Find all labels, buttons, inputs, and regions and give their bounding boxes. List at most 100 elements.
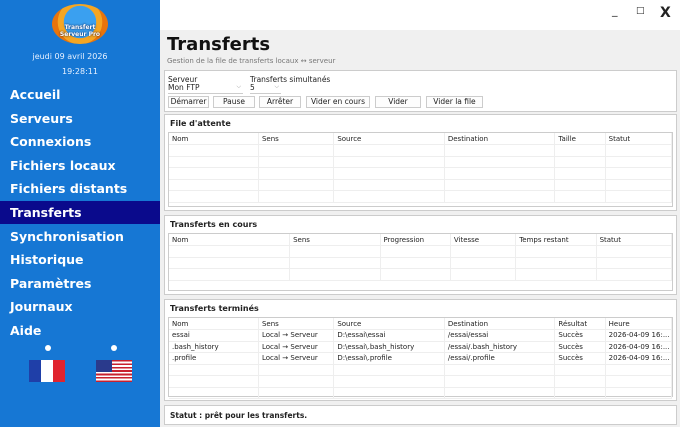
- table-cell: [554, 364, 606, 376]
- table-cell: [169, 257, 291, 269]
- start-button[interactable]: Démarrer: [168, 96, 209, 108]
- column-header[interactable]: Nom: [169, 133, 259, 145]
- sidebar-item-aide[interactable]: Aide: [0, 319, 160, 342]
- minimize-button[interactable]: _: [612, 4, 618, 17]
- table-cell: [444, 144, 556, 157]
- table-cell: [444, 156, 556, 168]
- sidebar-item-connexions[interactable]: Connexions: [0, 130, 160, 153]
- clear-queue-button[interactable]: Vider la file: [426, 96, 483, 108]
- table-cell: [605, 156, 673, 168]
- column-header[interactable]: Nom: [169, 234, 291, 246]
- column-header[interactable]: Progression: [380, 234, 451, 246]
- table-row[interactable]: [169, 144, 673, 157]
- table-row[interactable]: essai Local → Serveur D:\essai\essai/essai…: [169, 329, 673, 342]
- table-cell: [444, 190, 556, 203]
- clear-button[interactable]: Vider: [375, 96, 421, 108]
- table-cell: [333, 144, 445, 157]
- table-cell: [380, 257, 451, 269]
- sidebar-item-historique[interactable]: Historique: [0, 248, 160, 271]
- table-row[interactable]: [169, 257, 673, 269]
- column-header[interactable]: Source: [333, 318, 445, 330]
- column-header[interactable]: Statut: [596, 234, 673, 246]
- queue-table[interactable]: Nom Sens Source Destination Taille Statut: [168, 132, 673, 207]
- column-header[interactable]: Taille: [554, 133, 606, 145]
- column-header[interactable]: Destination: [444, 133, 556, 145]
- sidebar-item-serveurs[interactable]: Serveurs: [0, 107, 160, 130]
- concurrent-select[interactable]: 5 ⌵: [250, 83, 281, 94]
- table-cell: Succès: [554, 329, 606, 342]
- table-cell: [605, 144, 673, 157]
- table-cell: /essai/.profile: [444, 352, 556, 365]
- column-header[interactable]: Destination: [444, 318, 556, 330]
- table-cell: [554, 156, 606, 168]
- column-header[interactable]: Nom: [169, 318, 259, 330]
- table-cell: 2026-04-09 16:...: [605, 329, 673, 342]
- table-row[interactable]: .bash_history Local → Serveur D:\essai\.ba…: [169, 341, 673, 353]
- table-row[interactable]: .profile Local → Serveur D:\essai\.profile…: [169, 352, 673, 365]
- column-header[interactable]: Résultat: [554, 318, 606, 330]
- sidebar-item-param-tres[interactable]: Paramètres: [0, 272, 160, 295]
- sidebar-item-journaux[interactable]: Journaux: [0, 295, 160, 318]
- clear-in-progress-button[interactable]: Vider en cours: [306, 96, 370, 108]
- table-cell: [605, 364, 673, 376]
- queue-panel: File d'attente Nom Sens Source Destination T…: [164, 114, 677, 211]
- close-button[interactable]: X: [660, 5, 671, 21]
- table-row[interactable]: [169, 156, 673, 168]
- table-cell: D:\essai\essai: [333, 329, 445, 342]
- chevron-down-icon: ⌵: [236, 83, 241, 90]
- sidebar-item-accueil[interactable]: Accueil: [0, 83, 160, 106]
- sidebar-item-synchronisation[interactable]: Synchronisation: [0, 225, 160, 248]
- flag-us-button[interactable]: [96, 360, 132, 382]
- table-cell: [258, 364, 335, 376]
- table-cell: /essai/.bash_history: [444, 341, 556, 353]
- flag-fr-button[interactable]: [29, 360, 65, 382]
- table-cell: [333, 167, 445, 180]
- page-subtitle: Gestion de la file de transferts locaux …: [167, 57, 336, 65]
- pause-button[interactable]: Pause: [213, 96, 255, 108]
- table-cell: [450, 257, 517, 269]
- chevron-down-icon: ⌵: [274, 83, 279, 90]
- server-select[interactable]: Mon FTP ⌵: [168, 83, 243, 94]
- in-progress-table[interactable]: Nom Sens Progression Vitesse Temps restant St…: [168, 233, 673, 291]
- table-row[interactable]: [169, 179, 673, 191]
- table-cell: [258, 179, 335, 191]
- table-cell: [554, 144, 606, 157]
- table-cell: [169, 268, 291, 281]
- column-header[interactable]: Sens: [258, 133, 335, 145]
- column-header[interactable]: Temps restant: [515, 234, 597, 246]
- column-header[interactable]: Statut: [605, 133, 673, 145]
- table-cell: [169, 144, 259, 157]
- column-header[interactable]: Source: [333, 133, 445, 145]
- sidebar-item-transferts[interactable]: Transferts: [0, 201, 160, 224]
- table-row[interactable]: [169, 387, 673, 399]
- table-cell: [554, 167, 606, 180]
- table-row[interactable]: [169, 375, 673, 388]
- table-cell: [554, 387, 606, 399]
- table-row[interactable]: [169, 167, 673, 180]
- table-cell: [258, 167, 335, 180]
- table-cell: [444, 387, 556, 399]
- table-cell: [258, 190, 335, 203]
- completed-title: Transferts terminés: [170, 304, 259, 313]
- table-cell: [333, 375, 445, 388]
- sidebar-item-fichiers-distants[interactable]: Fichiers distants: [0, 177, 160, 200]
- column-header[interactable]: Heure: [605, 318, 673, 330]
- table-row[interactable]: [169, 268, 673, 281]
- table-cell: [444, 375, 556, 388]
- table-cell: [596, 245, 673, 258]
- table-row[interactable]: [169, 245, 673, 258]
- column-header[interactable]: Sens: [289, 234, 381, 246]
- table-cell: 2026-04-09 16:...: [605, 352, 673, 365]
- table-cell: Local → Serveur: [258, 341, 335, 353]
- sidebar-item-fichiers-locaux[interactable]: Fichiers locaux: [0, 154, 160, 177]
- table-cell: /essai/essai: [444, 329, 556, 342]
- column-header[interactable]: Sens: [258, 318, 335, 330]
- stop-button[interactable]: Arrêter: [259, 96, 301, 108]
- completed-table[interactable]: Nom Sens Source Destination Résultat Heure ess…: [168, 317, 673, 399]
- table-cell: [289, 257, 381, 269]
- column-header[interactable]: Vitesse: [450, 234, 517, 246]
- table-row[interactable]: [169, 364, 673, 376]
- maximize-button[interactable]: □: [636, 6, 645, 16]
- table-cell: [554, 179, 606, 191]
- table-row[interactable]: [169, 190, 673, 203]
